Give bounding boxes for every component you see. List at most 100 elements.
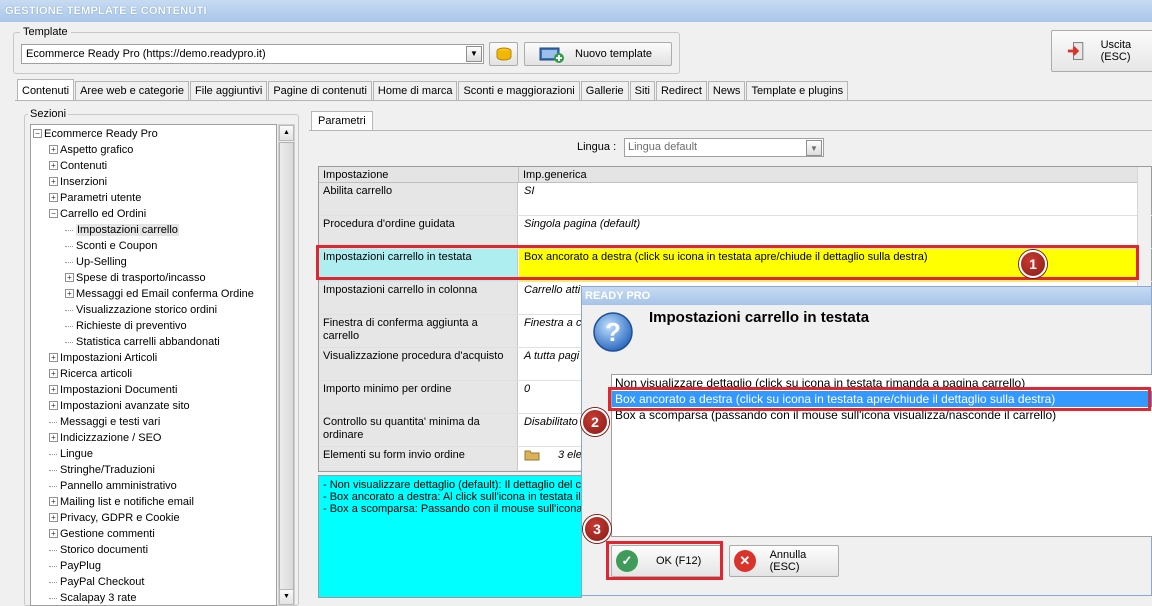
tree-item[interactable]: Statistica carrelli abbandonati [65,334,220,350]
description-panel: - Non visualizzare dettaglio (default): … [318,475,582,598]
scroll-up-icon[interactable]: ▲ [279,125,294,141]
tree-item[interactable]: + Impostazioni avanzate sito [49,398,190,414]
expand-icon[interactable]: + [49,176,58,186]
tab-sconti[interactable]: Sconti e maggiorazioni [458,81,580,101]
scroll-thumb[interactable] [279,142,294,590]
expand-icon[interactable]: + [49,368,58,378]
exit-button[interactable]: Uscita (ESC) [1051,30,1152,72]
tab-aree-web[interactable]: Aree web e categorie [75,81,190,101]
tree-line [65,229,73,231]
tree-item[interactable]: + Mailing list e notifiche email [49,494,194,510]
col-header-setting[interactable]: Impostazione [319,167,519,183]
tree-item[interactable]: Pannello amministrativo [49,478,177,494]
tree-item[interactable]: + Privacy, GDPR e Cookie [49,510,180,526]
options-list[interactable]: Non visualizzare dettaglio (click su ico… [611,374,1152,537]
tree-item[interactable]: Lingue [49,446,93,462]
tab-gallerie[interactable]: Gallerie [580,81,629,101]
expand-icon[interactable]: + [49,400,58,410]
tree-item[interactable]: − Carrello ed Ordini [49,206,146,222]
tree-item[interactable]: + Contenuti [49,158,107,174]
new-template-button[interactable]: Nuovo template [524,42,672,66]
tree-item[interactable]: Richieste di preventivo [65,318,187,334]
tree-item-label: Pannello amministrativo [60,480,177,492]
tree-line [49,485,57,487]
tree-item[interactable]: + Messaggi ed Email conferma Ordine [65,286,254,302]
expand-icon[interactable]: + [49,384,58,394]
tree-item[interactable]: Messaggi e testi vari [49,414,160,430]
expand-icon[interactable]: + [65,288,74,298]
tab-file-aggiuntivi[interactable]: File aggiuntivi [190,81,268,101]
chevron-down-icon[interactable]: ▼ [466,46,482,62]
setting-value[interactable]: Singola pagina (default) [519,216,1139,248]
expand-icon[interactable]: + [49,352,58,362]
choice-dialog: READY PRO ? Impostazioni carrello in tes… [581,286,1152,596]
expand-icon[interactable]: + [49,528,58,538]
annotation-badge-2: 2 [581,408,609,436]
expand-icon[interactable]: + [49,160,58,170]
tab-pagine-contenuti[interactable]: Pagine di contenuti [268,81,372,101]
chevron-down-icon[interactable]: ▼ [806,140,822,156]
expand-icon[interactable]: + [49,144,58,154]
expand-icon[interactable]: + [49,512,58,522]
tree-item[interactable]: + Gestione commenti [49,526,155,542]
col-header-value[interactable]: Imp.generica [519,167,1139,183]
tree-item[interactable]: + Indicizzazione / SEO [49,430,162,446]
ok-button[interactable]: ✓ OK (F12) [611,545,723,577]
tree-item-label: Impostazioni Articoli [60,352,158,364]
setting-value[interactable]: SI [519,183,1139,215]
tree-item[interactable]: + Impostazioni Documenti [49,382,177,398]
question-icon: ? [593,312,633,352]
expand-icon[interactable]: + [49,432,58,442]
table-row[interactable]: Procedura d'ordine guidata Singola pagina… [319,216,1152,249]
option-non-visualizzare[interactable]: Non visualizzare dettaglio (click su ico… [612,375,1152,391]
tree-item[interactable]: Stringhe/Traduzioni [49,462,155,478]
setting-value-text: SI [524,185,535,197]
tree-item-label: Indicizzazione / SEO [60,432,162,444]
tree-item[interactable]: Visualizzazione storico ordini [65,302,217,318]
tree-item[interactable]: + Aspetto grafico [49,142,133,158]
tree-scrollbar[interactable]: ▲ ▼ [278,124,295,606]
tree-item[interactable]: + Ricerca articoli [49,366,132,382]
tree-root[interactable]: − Ecommerce Ready Pro [33,126,158,142]
tree-item[interactable]: + Spese di trasporto/incasso [65,270,206,286]
table-row[interactable]: Abilita carrello SI [319,183,1152,216]
tree-item[interactable]: + Impostazioni Articoli [49,350,157,366]
tree-item[interactable]: PayPal Checkout [49,574,144,590]
setting-name: Elementi su form invio ordine [319,447,518,470]
expand-icon[interactable]: + [49,496,58,506]
tree-line [49,549,57,551]
collapse-icon[interactable]: − [33,128,42,138]
cancel-button[interactable]: ✕ Annulla (ESC) [729,545,839,577]
expand-icon[interactable]: + [65,272,74,282]
option-box-ancorato[interactable]: Box ancorato a destra (click su icona in… [612,391,1152,407]
main-tabs: Contenuti Aree web e categorie File aggi… [17,79,849,101]
tree-item[interactable]: Up-Selling [65,254,127,270]
tree-item[interactable]: + Inserzioni [49,174,107,190]
tree-item[interactable]: PayPlug [49,558,101,574]
option-box-scomparsa[interactable]: Box a scomparsa (passando con il mouse s… [612,407,1152,423]
tab-contenuti[interactable]: Contenuti [17,79,75,101]
collapse-icon[interactable]: − [49,208,58,218]
sections-tree[interactable]: − Ecommerce Ready Pro + Aspetto grafico + Co… [30,124,277,606]
tab-redirect[interactable]: Redirect [655,81,707,101]
expand-icon[interactable]: + [49,192,58,202]
template-select[interactable]: Ecommerce Ready Pro (https://demo.readyp… [21,44,484,64]
tab-home-marca[interactable]: Home di marca [372,81,458,101]
template-folder-button[interactable] [489,42,518,66]
tree-item[interactable]: Sconti e Coupon [65,238,157,254]
tree-item[interactable]: Scalapay 3 rate [49,590,136,605]
tree-item[interactable]: + Parametri utente [49,190,141,206]
tree-item[interactable]: Storico documenti [49,542,148,558]
tab-news[interactable]: News [707,81,746,101]
setting-value-text: 0 [524,383,531,395]
lingua-label: Lingua : [577,141,617,153]
tab-siti[interactable]: Siti [629,81,655,101]
tree-item-label: Mailing list e notifiche email [60,496,194,508]
lingua-select[interactable]: Lingua default ▼ [624,138,824,157]
scroll-down-icon[interactable]: ▼ [279,589,294,605]
setting-name: Finestra di conferma aggiunta a carrello [319,315,518,347]
tree-item[interactable]: Impostazioni carrello [65,222,179,238]
tab-template-plugins[interactable]: Template e plugins [746,81,849,101]
tab-parametri[interactable]: Parametri [311,111,373,131]
tree-item-label: Impostazioni carrello [76,224,179,236]
